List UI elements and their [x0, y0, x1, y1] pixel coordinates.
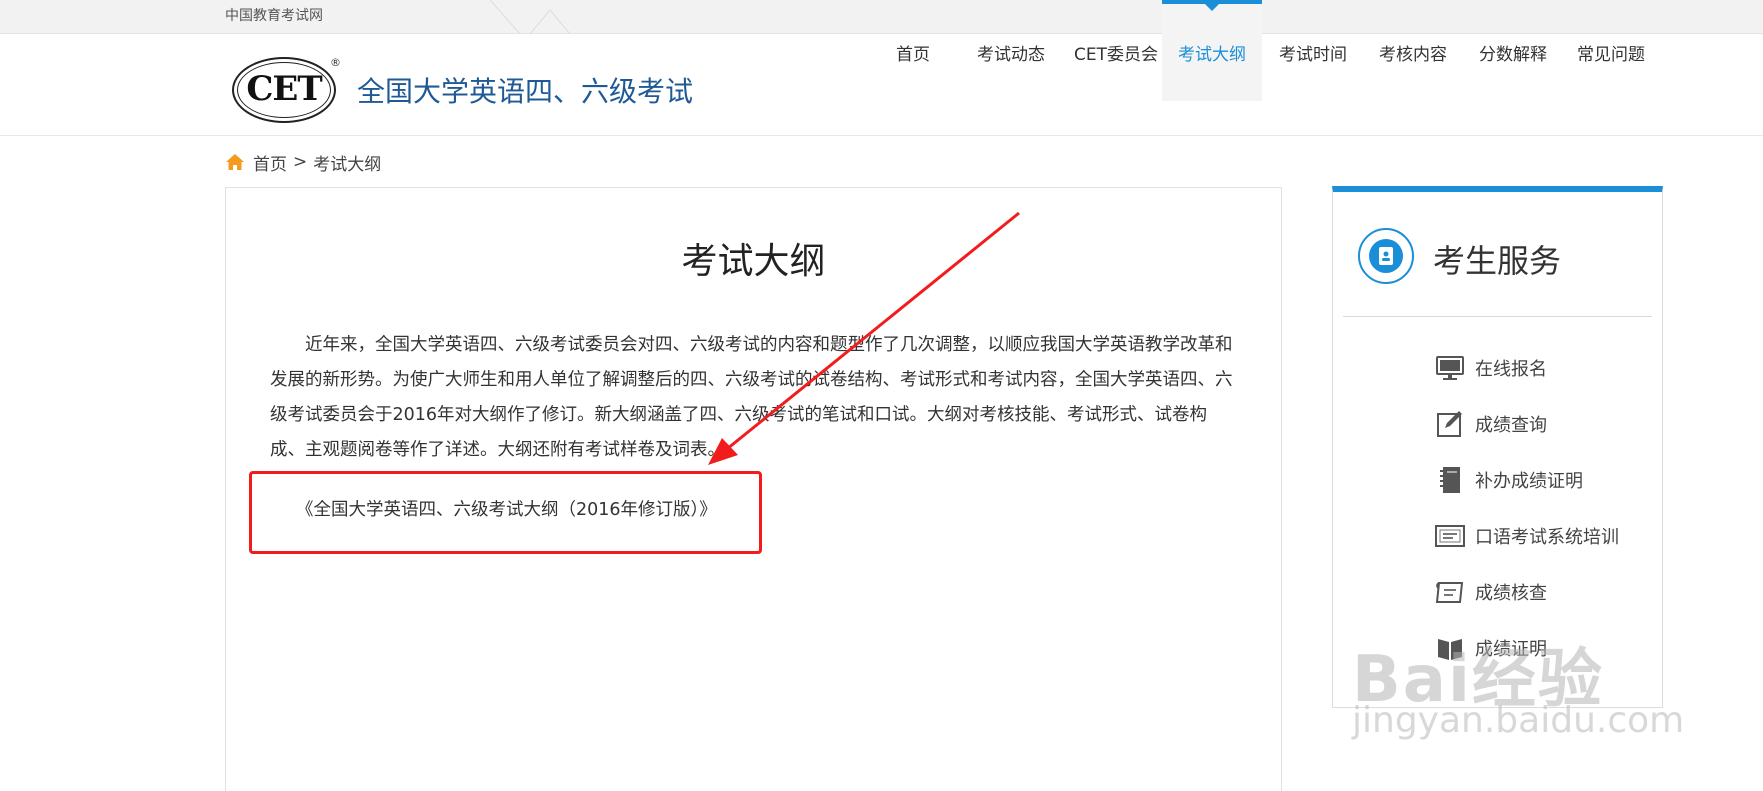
nav-home[interactable]: 首页 — [880, 0, 946, 101]
nav-faq[interactable]: 常见问题 — [1566, 0, 1656, 101]
article-body: 近年来，全国大学英语四、六级考试委员会对四、六级考试的内容和题型作了几次调整，以… — [270, 335, 1233, 460]
service-label: 在线报名 — [1475, 359, 1547, 380]
service-reissue-certificate[interactable]: 补办成绩证明 — [1435, 462, 1583, 498]
service-score-query[interactable]: 成绩查询 — [1435, 406, 1547, 442]
service-oral-exam-training[interactable]: 口语考试系统培训 — [1435, 518, 1619, 554]
nav-score-explain[interactable]: 分数解释 — [1468, 0, 1558, 101]
registered-mark: ® — [330, 56, 341, 69]
service-online-registration[interactable]: 在线报名 — [1435, 350, 1547, 386]
watermark-url: jingyan.baidu.com — [1352, 700, 1685, 741]
active-caret — [1205, 4, 1219, 11]
breadcrumb-current: 考试大纲 — [313, 154, 382, 175]
cet-logo[interactable]: CET — [232, 57, 336, 123]
top-site-name[interactable]: 中国教育考试网 — [225, 5, 323, 25]
nav-cet-committee[interactable]: CET委员会 — [1066, 0, 1166, 101]
monitor-icon — [1436, 356, 1464, 380]
decorative-lines — [490, 0, 571, 34]
logo-text: CET — [246, 69, 322, 109]
certificate-icon — [1435, 582, 1464, 603]
home-icon — [226, 154, 244, 170]
service-label: 成绩查询 — [1475, 415, 1547, 436]
edit-icon — [1437, 411, 1462, 437]
service-label: 补办成绩证明 — [1475, 471, 1583, 492]
site-title[interactable]: 全国大学英语四、六级考试 — [357, 70, 693, 110]
nav-exam-news[interactable]: 考试动态 — [968, 0, 1054, 101]
breadcrumb: 首页 > 考试大纲 — [225, 150, 382, 175]
sidebar-divider — [1343, 316, 1652, 317]
nav-exam-syllabus[interactable]: 考试大纲 — [1162, 0, 1262, 101]
baidu-jingyan-watermark: Bai经验 jingyan.baidu.com — [1352, 628, 1684, 741]
service-score-review[interactable]: 成绩核查 — [1435, 574, 1547, 610]
notebook-icon — [1440, 467, 1460, 493]
nav-exam-content[interactable]: 考核内容 — [1368, 0, 1458, 101]
page: 中国教育考试网 CET ® 全国大学英语四、六级考试 首页 考试动态 CET委员… — [0, 0, 1763, 791]
sidebar-title: 考生服务 — [1433, 242, 1562, 280]
nav-exam-time[interactable]: 考试时间 — [1268, 0, 1358, 101]
article-title: 考试大纲 — [681, 241, 826, 282]
keyboard-icon — [1435, 525, 1465, 547]
annotation-highlight-box — [249, 471, 762, 554]
service-label: 口语考试系统培训 — [1475, 527, 1619, 548]
nav-exam-syllabus-label: 考试大纲 — [1178, 45, 1246, 65]
breadcrumb-separator: > — [293, 152, 308, 172]
service-label: 成绩核查 — [1475, 583, 1547, 604]
breadcrumb-home[interactable]: 首页 — [253, 150, 287, 175]
services-icon — [1358, 228, 1414, 284]
